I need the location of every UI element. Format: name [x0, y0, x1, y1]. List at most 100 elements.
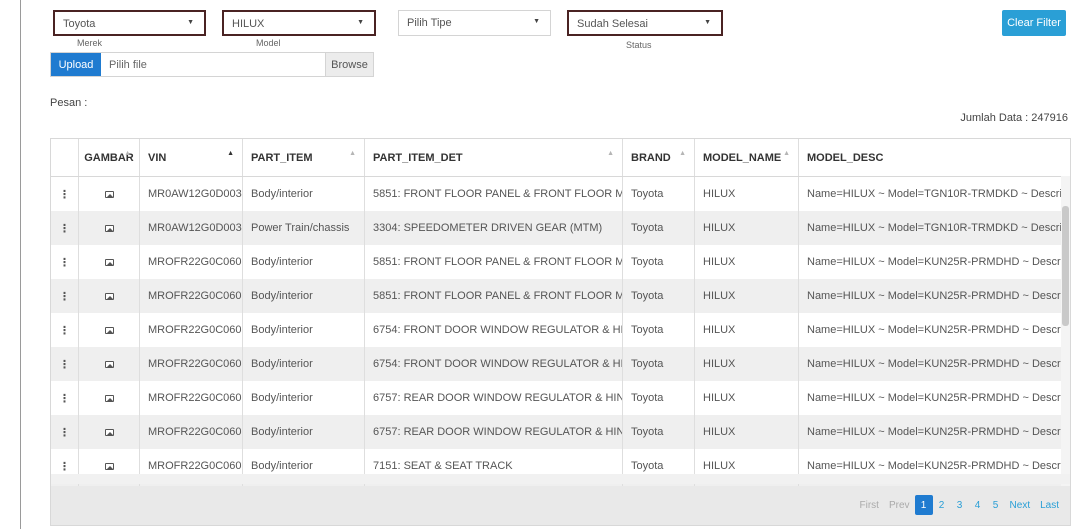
table-row[interactable]: ⋮ MROFR22G0C06080...Body/interior6757: RE… — [51, 415, 1070, 449]
cell-vin: MROFR22G0C06080... — [140, 381, 243, 415]
clear-filter-button[interactable]: Clear Filter — [1002, 10, 1066, 36]
kebab-menu-icon[interactable]: ⋮ — [51, 347, 79, 381]
kebab-menu-icon[interactable]: ⋮ — [51, 211, 79, 245]
kebab-menu-icon[interactable]: ⋮ — [51, 245, 79, 279]
table-row[interactable]: ⋮ MROFR22G0C06080...Body/interior5851: FR… — [51, 279, 1070, 313]
status-select[interactable]: Sudah Selesai ▼ — [567, 10, 723, 36]
image-icon[interactable] — [104, 394, 114, 402]
column-header-brand[interactable]: BRAND ▲ — [623, 139, 695, 176]
merek-select-value: Toyota — [63, 18, 96, 30]
sort-caret-icon[interactable]: ▲ — [124, 150, 131, 157]
cell-gambar[interactable] — [79, 415, 140, 449]
cell-gambar[interactable] — [79, 211, 140, 245]
cell-part-item-det: 5851: FRONT FLOOR PANEL & FRONT FLOOR ME… — [365, 245, 623, 279]
cell-model-name: HILUX — [695, 415, 799, 449]
cell-brand: Toyota — [623, 245, 695, 279]
sort-caret-icon[interactable]: ▲ — [679, 150, 686, 157]
table-row[interactable]: ⋮ MROFR22G0C06080...Body/interior6757: RE… — [51, 381, 1070, 415]
cell-model-desc: Name=HILUX ~ Model=KUN25R-PRMDHD ~ Descr… — [807, 358, 1070, 370]
sort-caret-icon[interactable]: ▲ — [349, 150, 356, 157]
kebab-menu-icon[interactable]: ⋮ — [51, 381, 79, 415]
sort-caret-icon[interactable]: ▲ — [607, 150, 614, 157]
cell-model-desc: Name=HILUX ~ Model=TGN10R-TRMDKD ~ Descr… — [807, 188, 1071, 200]
pager-prev[interactable]: Prev — [884, 495, 915, 515]
table-row[interactable]: ⋮ MR0AW12G0D0039...Power Train/chassis330… — [51, 211, 1071, 245]
pager-page-5[interactable]: 5 — [987, 495, 1005, 515]
image-icon[interactable] — [104, 258, 114, 266]
cell-model-desc: Name=HILUX ~ Model=KUN25R-PRMDHD ~ Descr… — [807, 290, 1070, 302]
kebab-menu-icon[interactable]: ⋮ — [51, 177, 79, 211]
cell-gambar[interactable] — [79, 347, 140, 381]
cell-gambar[interactable] — [79, 245, 140, 279]
cell-gambar[interactable] — [79, 313, 140, 347]
cell-part-item: Body/interior — [243, 177, 365, 211]
pager-page-2[interactable]: 2 — [933, 495, 951, 515]
pager-last[interactable]: Last — [1035, 495, 1064, 515]
browse-button[interactable]: Browse — [325, 53, 373, 76]
merek-label: Merek — [77, 38, 103, 48]
image-icon[interactable] — [104, 190, 114, 198]
cell-vin: MR0AW12G0D0039... — [140, 211, 243, 245]
column-header-part-item-det[interactable]: PART_ITEM_DET ▲ — [365, 139, 623, 176]
cell-vin: MR0AW12G0D0039... — [140, 177, 243, 211]
image-icon[interactable] — [104, 326, 114, 334]
page-left-border — [20, 0, 21, 529]
table-row[interactable]: ⋮ MROFR22G0C06080...Body/interior6754: FR… — [51, 347, 1070, 381]
image-icon[interactable] — [104, 224, 114, 232]
column-header-vin[interactable]: VIN ▲ — [140, 139, 243, 176]
column-header-gambar[interactable]: GAMBAR ▲ — [79, 139, 140, 176]
cell-part-item: Body/interior — [243, 347, 365, 381]
cell-model-desc: Name=HILUX ~ Model=KUN25R-PRMDHD ~ Descr… — [807, 392, 1070, 404]
cell-part-item: Body/interior — [243, 415, 365, 449]
image-icon[interactable] — [104, 360, 114, 368]
model-select[interactable]: HILUX ▼ — [222, 10, 376, 36]
image-icon[interactable] — [104, 428, 114, 436]
kebab-menu-icon[interactable]: ⋮ — [51, 415, 79, 449]
cell-part-item-det: 6757: REAR DOOR WINDOW REGULATOR & HIN..… — [365, 381, 623, 415]
pager-page-1[interactable]: 1 — [914, 495, 933, 515]
vertical-scrollbar[interactable] — [1061, 176, 1070, 486]
caret-down-icon: ▼ — [704, 19, 711, 26]
cell-gambar[interactable] — [79, 381, 140, 415]
file-input[interactable]: Pilih file — [101, 53, 325, 76]
pager-next[interactable]: Next — [1005, 495, 1036, 515]
cell-model-name: HILUX — [695, 177, 799, 211]
kebab-menu-icon[interactable]: ⋮ — [51, 313, 79, 347]
pager-page-4[interactable]: 4 — [969, 495, 987, 515]
cell-model-desc: Name=HILUX ~ Model=KUN25R-PRMDHD ~ Descr… — [807, 426, 1070, 438]
tipe-select-value: Pilih Tipe — [407, 17, 452, 29]
cell-model-desc: Name=HILUX ~ Model=KUN25R-PRMDHD ~ Descr… — [807, 324, 1070, 336]
column-header-model-name[interactable]: MODEL_NAME ▲ — [695, 139, 799, 176]
sort-caret-icon[interactable]: ▲ — [227, 150, 234, 157]
cell-gambar[interactable] — [79, 279, 140, 313]
cell-vin: MROFR22G0C06080... — [140, 313, 243, 347]
scrollbar-thumb[interactable] — [1062, 206, 1069, 326]
kebab-menu-icon[interactable]: ⋮ — [51, 279, 79, 313]
sort-caret-icon[interactable]: ▲ — [783, 150, 790, 157]
column-header-part-item[interactable]: PART_ITEM ▲ — [243, 139, 365, 176]
cell-part-item: Body/interior — [243, 381, 365, 415]
table-row[interactable]: ⋮ MR0AW12G0D0039...Body/interior5851: FRO… — [51, 177, 1071, 211]
upload-button[interactable]: Upload — [51, 53, 101, 76]
cell-part-item-det: 5851: FRONT FLOOR PANEL & FRONT FLOOR ME… — [365, 279, 623, 313]
cell-model-desc: Name=HILUX ~ Model=KUN25R-PRMDHD ~ Descr… — [807, 256, 1070, 268]
table-row[interactable]: ⋮ MROFR22G0C06080...Body/interior5851: FR… — [51, 245, 1070, 279]
pager-first[interactable]: First — [855, 495, 884, 515]
tipe-select[interactable]: Pilih Tipe ▼ — [398, 10, 551, 36]
cell-model-name: HILUX — [695, 279, 799, 313]
cell-model-desc: Name=HILUX ~ Model=TGN10R-TRMDKD ~ Descr… — [807, 222, 1071, 234]
column-header-model-desc[interactable]: MODEL_DESC — [799, 139, 1070, 176]
cell-part-item: Power Train/chassis — [243, 211, 365, 245]
cell-brand: Toyota — [623, 211, 695, 245]
cell-gambar[interactable] — [79, 177, 140, 211]
horizontal-scrollbar[interactable] — [51, 474, 1070, 484]
image-icon[interactable] — [104, 292, 114, 300]
table-row[interactable]: ⋮ MROFR22G0C06080...Body/interior6754: FR… — [51, 313, 1070, 347]
merek-select[interactable]: Toyota ▼ — [53, 10, 206, 36]
cell-model-name: HILUX — [695, 245, 799, 279]
model-select-value: HILUX — [232, 18, 265, 30]
image-icon[interactable] — [104, 462, 114, 470]
model-label: Model — [256, 38, 281, 48]
pager-page-3[interactable]: 3 — [951, 495, 969, 515]
status-label: Status — [626, 40, 652, 50]
